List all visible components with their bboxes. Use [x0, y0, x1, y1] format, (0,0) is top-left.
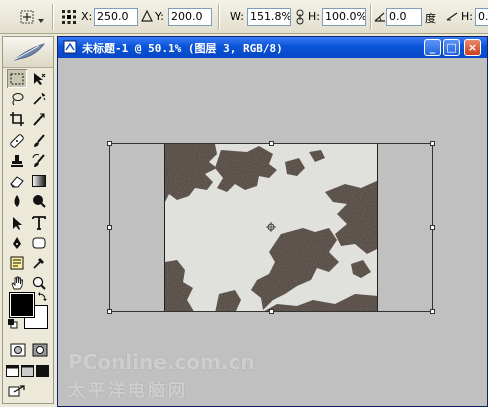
skew-h-field[interactable]: 0. [475, 8, 488, 26]
minimize-icon: _ [429, 41, 436, 54]
gradient-icon[interactable] [29, 171, 49, 190]
toolbox-header[interactable] [3, 37, 53, 68]
minimize-button[interactable]: _ [424, 39, 441, 56]
height-scale-field[interactable]: 100.0% [322, 8, 366, 26]
document-title: 未标题-1 @ 50.1% (图层 3, RGB/8) [82, 42, 283, 55]
x-position-field[interactable]: 250.0 [94, 8, 138, 26]
y-label: Y: [155, 10, 164, 23]
path-selection-icon[interactable] [7, 213, 27, 232]
maximize-icon: □ [446, 41, 457, 54]
eraser-icon[interactable] [7, 171, 27, 190]
zoom-icon[interactable] [29, 273, 49, 292]
height-scale-value: 100.0% [325, 10, 366, 23]
reference-point-icon[interactable] [60, 8, 78, 26]
transform-handle-middle-right[interactable] [430, 225, 435, 230]
x-label: X: [81, 10, 93, 23]
dodge-icon[interactable] [29, 191, 49, 210]
document-icon [63, 40, 77, 54]
shape-icon[interactable] [29, 233, 49, 252]
transform-handle-bottom-center[interactable] [269, 309, 274, 314]
separator [218, 4, 219, 30]
document-title-bar[interactable]: 未标题-1 @ 50.1% (图层 3, RGB/8) _ □ × [58, 37, 487, 58]
rotate-angle-icon [374, 10, 386, 22]
lasso-icon[interactable] [7, 89, 27, 108]
pen-icon[interactable] [7, 233, 27, 252]
transform-handle-bottom-left[interactable] [107, 309, 112, 314]
type-icon[interactable] [29, 213, 49, 232]
angle-unit-label: 度 [425, 12, 436, 25]
eyedropper-icon[interactable] [29, 253, 49, 272]
width-scale-value: 151.8% [250, 10, 291, 23]
rect-marquee-icon[interactable] [7, 69, 27, 88]
x-position-value: 250.0 [97, 10, 129, 23]
relative-position-delta-icon[interactable] [141, 9, 153, 22]
slice-icon[interactable] [29, 109, 49, 128]
transform-handle-top-center[interactable] [269, 141, 274, 146]
skew-icon [446, 11, 458, 21]
crop-icon[interactable] [7, 109, 27, 128]
close-button[interactable]: × [464, 39, 481, 56]
move-icon[interactable] [29, 69, 49, 88]
separator [370, 4, 371, 30]
separator [52, 4, 53, 30]
standard-screen-mode-icon[interactable] [5, 361, 19, 380]
height-label: H: [308, 10, 320, 23]
rotate-angle-value: 0.0 [389, 10, 407, 23]
rotate-angle-field[interactable]: 0.0 [386, 8, 422, 26]
full-screen-menu-mode-icon[interactable] [20, 361, 34, 380]
skew-h-value: 0. [478, 10, 488, 23]
toolbox-panel [2, 36, 54, 404]
brush-icon[interactable] [29, 131, 49, 150]
swap-colors-icon[interactable] [37, 292, 47, 302]
standard-mode-icon[interactable] [8, 340, 28, 359]
foreground-color-swatch[interactable] [9, 292, 35, 318]
width-scale-field[interactable]: 151.8% [247, 8, 291, 26]
watermark-text-cn: 太平洋电脑网 [68, 381, 188, 401]
transform-handle-top-left[interactable] [107, 141, 112, 146]
transform-tool-icon[interactable] [18, 8, 36, 26]
healing-brush-icon[interactable] [7, 131, 27, 150]
magic-wand-icon[interactable] [29, 89, 49, 108]
tool-preset-arrow-icon[interactable] [38, 14, 44, 23]
skew-h-label: H: [461, 10, 473, 23]
width-label: W: [230, 10, 244, 23]
full-screen-mode-icon[interactable] [35, 361, 49, 380]
transform-handle-top-right[interactable] [430, 141, 435, 146]
default-colors-icon[interactable] [8, 319, 18, 329]
feather-logo-icon [9, 41, 47, 66]
blur-icon[interactable] [7, 191, 27, 210]
jump-to-imageready-icon[interactable] [7, 381, 27, 400]
notes-icon[interactable] [7, 253, 27, 272]
transform-center-point-icon[interactable] [266, 222, 276, 232]
y-position-field[interactable]: 200.0 [168, 8, 212, 26]
history-brush-icon[interactable] [29, 151, 49, 170]
quick-mask-mode-icon[interactable] [30, 340, 50, 359]
maximize-button[interactable]: □ [443, 39, 460, 56]
transform-handle-bottom-right[interactable] [430, 309, 435, 314]
clone-stamp-icon[interactable] [7, 151, 27, 170]
y-position-value: 200.0 [171, 10, 203, 23]
link-aspect-icon[interactable] [295, 9, 305, 25]
hand-icon[interactable] [7, 273, 27, 292]
transform-handle-middle-left[interactable] [107, 225, 112, 230]
options-bar: X: 250.0 Y: 200.0 W: 151.8% H: 100.0% 0.… [0, 0, 488, 34]
close-icon: × [467, 41, 478, 54]
watermark-text: PConline.com.cn [68, 350, 255, 374]
